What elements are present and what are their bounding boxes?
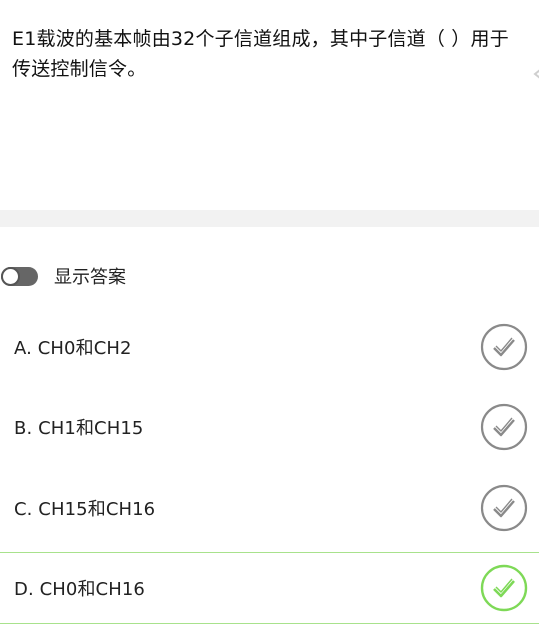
show-answer-toggle[interactable] <box>1 266 38 286</box>
option-c[interactable]: C. CH15和CH16 <box>0 472 539 544</box>
check-circle-icon[interactable] <box>479 322 529 372</box>
check-circle-icon[interactable] <box>479 483 529 533</box>
option-c-text: C. CH15和CH16 <box>14 499 156 520</box>
show-answer-row[interactable]: 显示答案 <box>0 258 300 294</box>
option-a[interactable]: A. CH0和CH2 <box>0 311 539 383</box>
side-arrow-icon[interactable] <box>531 62 539 98</box>
question-text: E1载波的基本帧由32个子信道组成，其中子信道（ ）用于传送控制信令。 <box>12 28 509 80</box>
option-b[interactable]: B. CH1和CH15 <box>0 391 539 463</box>
check-circle-icon[interactable] <box>479 402 529 452</box>
option-d-text: D. CH0和CH16 <box>14 579 145 600</box>
option-b-text: B. CH1和CH15 <box>14 418 144 439</box>
toggle-knob <box>1 266 20 286</box>
quiz-page: E1载波的基本帧由32个子信道组成，其中子信道（ ）用于传送控制信令。 显示答案… <box>0 0 539 634</box>
show-answer-label: 显示答案 <box>54 267 126 288</box>
section-divider <box>0 210 539 227</box>
option-a-text: A. CH0和CH2 <box>14 338 132 359</box>
option-d[interactable]: D. CH0和CH16 <box>0 552 539 624</box>
check-circle-correct-icon[interactable] <box>479 563 529 613</box>
